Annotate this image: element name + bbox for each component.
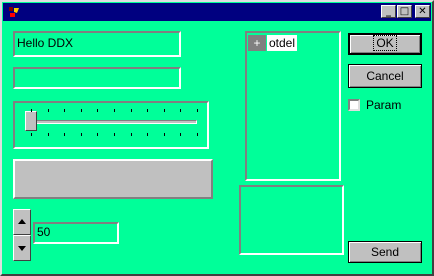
slider-tick [97, 133, 99, 136]
text-edit[interactable]: Hello DDX [13, 31, 181, 57]
slider-tick [31, 109, 32, 112]
maximize-icon: □ [399, 6, 410, 17]
maximize-button[interactable]: □ [397, 5, 412, 18]
tree-item[interactable]: + otdel [248, 35, 338, 51]
ok-button[interactable]: OK [348, 33, 422, 55]
arrow-down-icon [18, 246, 26, 251]
spin-edit-value: 50 [37, 225, 51, 239]
slider-tick [197, 109, 198, 112]
spin-down-button[interactable] [13, 235, 31, 261]
list-box[interactable] [239, 185, 344, 255]
slider-tick [64, 133, 66, 136]
tree-view[interactable]: + otdel [245, 31, 341, 181]
slider-tick [97, 109, 99, 112]
checkbox-label: Param [366, 98, 402, 112]
title-bar[interactable]: _ □ ✕ [3, 3, 431, 21]
spin-edit[interactable]: 50 [33, 222, 119, 244]
slider-tick [130, 133, 132, 136]
slider-tick [163, 109, 165, 112]
slider-tick [80, 109, 82, 112]
cancel-button-label: Cancel [366, 69, 404, 83]
slider-tick [31, 133, 32, 136]
slider-tick [180, 109, 182, 112]
close-button[interactable]: ✕ [415, 5, 430, 18]
minimize-icon: _ [386, 6, 391, 17]
minimize-button[interactable]: _ [381, 5, 396, 18]
slider-tick [64, 109, 66, 112]
tree-item-label: otdel [267, 35, 298, 51]
dialog-client-area: Hello DDX 50 + otdel OK Cancel Param Sen… [3, 21, 431, 273]
tree-expander[interactable]: + [248, 35, 266, 51]
app-icon [6, 4, 22, 20]
main-window: _ □ ✕ Hello DDX 50 + otdel OK Cancel Par… [0, 0, 434, 276]
slider-thumb[interactable] [25, 111, 37, 131]
close-icon: ✕ [418, 6, 427, 17]
slider-tick [180, 133, 182, 136]
send-button-label: Send [370, 245, 400, 259]
slider-frame [13, 101, 209, 149]
slider-tick [130, 109, 132, 112]
slider-tick [147, 109, 149, 112]
slider-tick [80, 133, 82, 136]
cancel-button[interactable]: Cancel [348, 64, 422, 88]
slider-track[interactable] [25, 120, 197, 124]
slider-tick [147, 133, 149, 136]
slider-tick [163, 133, 165, 136]
progress-bar [13, 159, 213, 199]
slider-tick [114, 133, 115, 136]
slider-tick [114, 109, 115, 112]
ok-button-label: OK [373, 35, 397, 51]
second-edit[interactable] [13, 67, 181, 89]
spin-up-button[interactable] [13, 209, 31, 235]
slider-tick [47, 109, 49, 112]
slider-tick [197, 133, 198, 136]
checkbox-box[interactable] [348, 99, 360, 111]
slider-tick [47, 133, 49, 136]
send-button[interactable]: Send [348, 241, 422, 263]
text-edit-value: Hello DDX [17, 36, 74, 50]
param-checkbox[interactable]: Param [347, 97, 427, 113]
arrow-up-icon [18, 219, 26, 224]
